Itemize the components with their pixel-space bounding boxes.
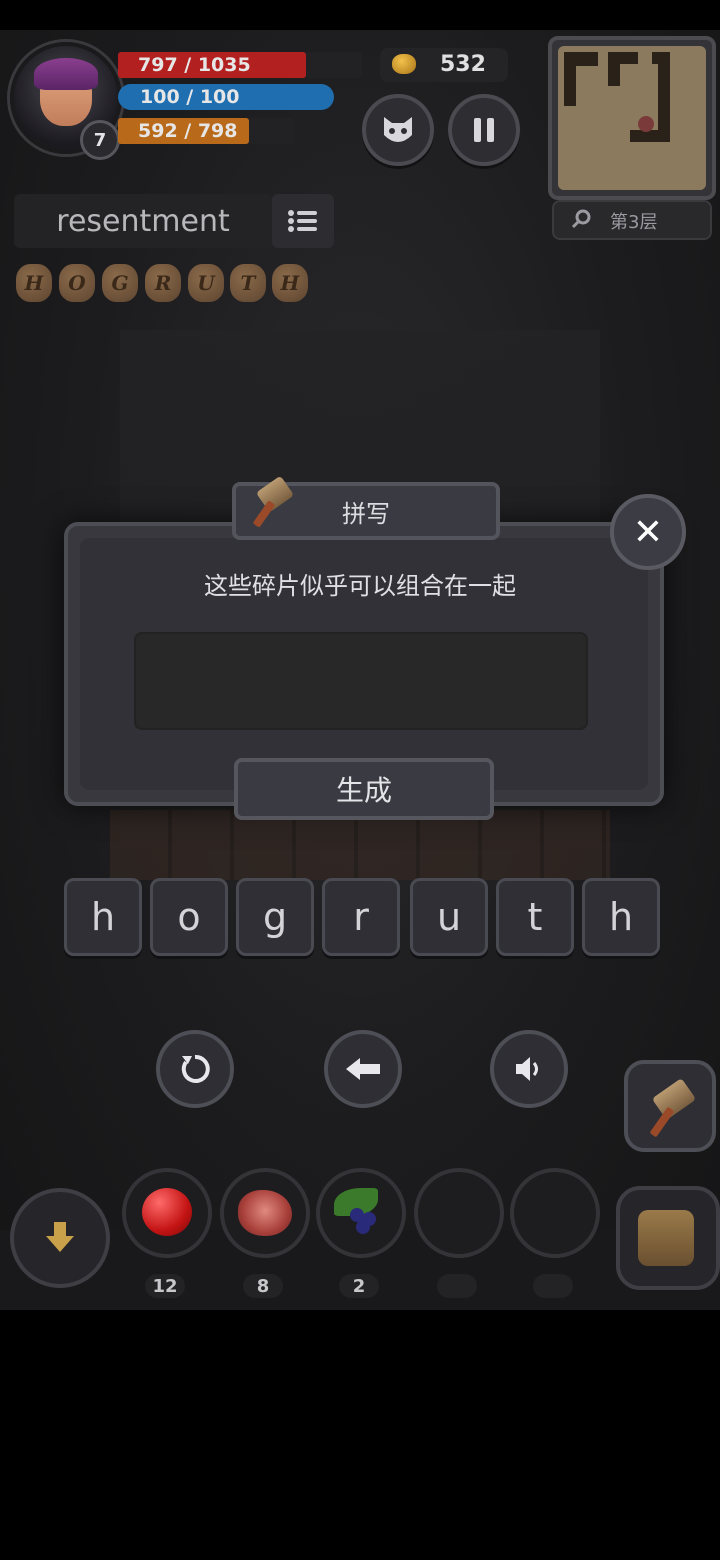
xp-bar: 592 / 798	[118, 118, 294, 144]
inventory-slot[interactable]	[220, 1168, 310, 1258]
fragment-tile: R	[145, 264, 181, 302]
dungeon-floor	[110, 810, 610, 880]
gold-counter: 532	[380, 48, 508, 82]
dialog-prompt: 这些碎片似乎可以组合在一起	[204, 572, 516, 600]
target-word: resentment	[14, 194, 272, 248]
fragment-tile: G	[102, 264, 138, 302]
pet-icon	[384, 117, 412, 142]
hammer-icon	[246, 475, 302, 530]
letter-key[interactable]: h	[64, 878, 142, 956]
pronounce-button[interactable]	[490, 1030, 568, 1108]
item-count-empty	[437, 1274, 477, 1298]
pet-button[interactable]	[362, 94, 434, 166]
mp-text: 100 / 100	[140, 86, 240, 108]
hammer-icon	[642, 1078, 698, 1138]
letter-key[interactable]: h	[582, 878, 660, 956]
pause-icon	[474, 118, 494, 142]
hp-text: 797 / 1035	[138, 54, 251, 76]
floor-text: 第3层	[610, 212, 658, 233]
inventory-slot-empty[interactable]	[510, 1168, 600, 1258]
player-level-badge: 7	[80, 120, 120, 160]
floor-indicator[interactable]: 第3层	[552, 200, 712, 240]
meat-icon	[238, 1190, 292, 1236]
minimap-view	[558, 46, 706, 190]
fragment-tile: H	[16, 264, 52, 302]
word-list-button[interactable]	[272, 194, 334, 248]
letter-key[interactable]: t	[496, 878, 574, 956]
item-count: 2	[339, 1274, 379, 1298]
letter-key[interactable]: g	[236, 878, 314, 956]
fragment-tile: U	[188, 264, 224, 302]
spelling-answer-field[interactable]	[134, 632, 588, 730]
coin-icon	[392, 54, 416, 74]
craft-button[interactable]	[624, 1060, 716, 1152]
speaker-icon	[516, 1057, 538, 1081]
minimap[interactable]	[548, 36, 716, 200]
letter-key[interactable]: o	[150, 878, 228, 956]
mp-bar: 100 / 100	[118, 84, 334, 110]
close-icon: ✕	[632, 511, 664, 553]
pause-button[interactable]	[448, 94, 520, 166]
reset-icon	[181, 1054, 210, 1083]
arrow-left-icon	[346, 1058, 380, 1080]
descend-button[interactable]	[10, 1188, 110, 1288]
backpack-button[interactable]	[616, 1186, 720, 1290]
close-dialog-button[interactable]: ✕	[610, 494, 686, 570]
player-hair	[34, 58, 98, 90]
game-screen: 7 797 / 1035 100 / 100 592 / 798 532 第3层…	[0, 30, 720, 1310]
hp-bar: 797 / 1035	[118, 52, 362, 78]
fragment-tile: H	[272, 264, 308, 302]
berry-icon	[320, 1172, 402, 1254]
generate-button[interactable]: 生成	[234, 758, 494, 820]
inventory-slot-empty[interactable]	[414, 1168, 504, 1258]
apple-icon	[142, 1188, 192, 1236]
item-count: 12	[145, 1274, 185, 1298]
item-count-empty	[533, 1274, 573, 1298]
backpack-icon	[638, 1210, 694, 1266]
gold-amount: 532	[440, 52, 486, 77]
letter-key[interactable]: r	[322, 878, 400, 956]
minimap-walls	[564, 52, 670, 142]
fragment-tile: O	[59, 264, 95, 302]
fragment-tile: T	[230, 264, 266, 302]
backspace-button[interactable]	[324, 1030, 402, 1108]
reset-button[interactable]	[156, 1030, 234, 1108]
inventory-slot[interactable]	[122, 1168, 212, 1258]
item-count: 8	[243, 1274, 283, 1298]
search-icon	[571, 209, 591, 229]
inventory-slot[interactable]	[316, 1168, 406, 1258]
list-icon	[288, 210, 317, 232]
xp-text: 592 / 798	[138, 120, 238, 142]
letter-key[interactable]: u	[410, 878, 488, 956]
arrow-down-icon	[46, 1222, 74, 1252]
